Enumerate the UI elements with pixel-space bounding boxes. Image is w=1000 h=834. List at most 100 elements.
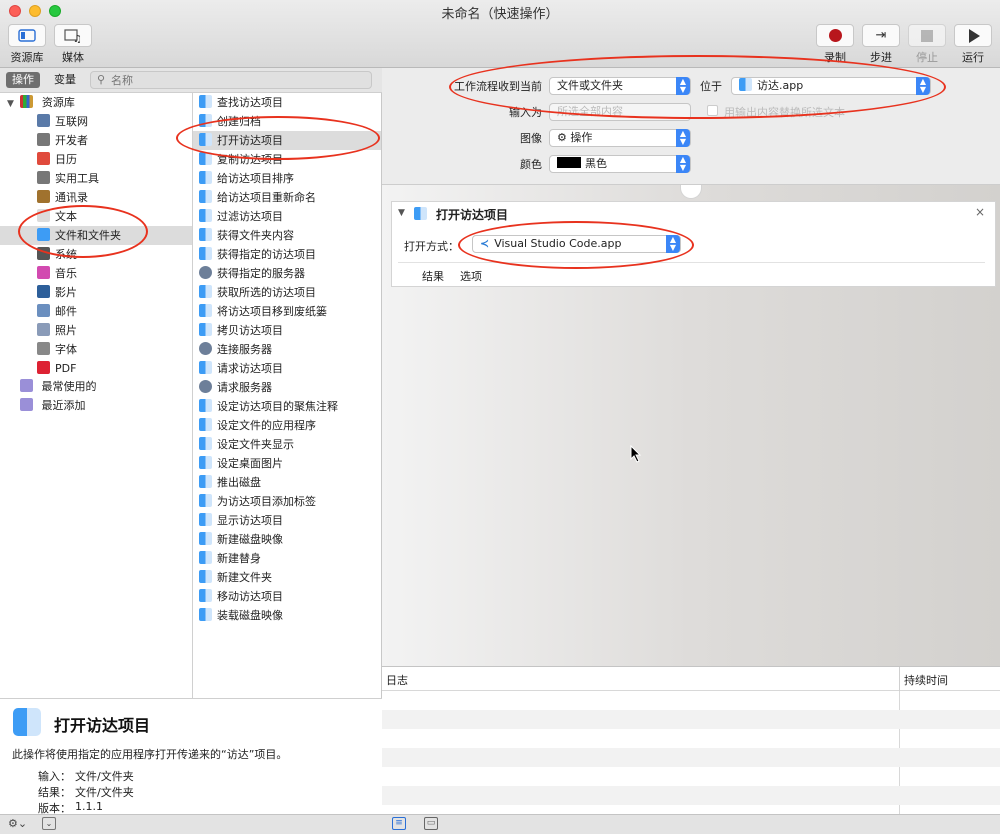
mail-icon (37, 304, 50, 317)
receives-popup[interactable]: 文件或文件夹 ▲ ▼ (549, 77, 691, 95)
action-card[interactable]: ▼ 打开访达项目 × 打开方式： ≺ Visual Studio Code.app… (391, 201, 996, 287)
sidebar-item-category[interactable]: 系统 (0, 245, 192, 264)
log-column-header[interactable]: 日志 (386, 672, 408, 688)
sidebar-item-category[interactable]: 互联网 (0, 112, 192, 131)
color-popup[interactable]: 黑色 ▲ ▼ (549, 155, 691, 173)
action-label: 查找访达项目 (217, 96, 283, 109)
action-list-item[interactable]: 打开访达项目 (193, 131, 381, 150)
action-list-item[interactable]: 设定文件夹显示 (193, 435, 381, 454)
open-with-popup[interactable]: ≺ Visual Studio Code.app ▲ ▼ (472, 235, 681, 253)
record-button[interactable] (816, 24, 854, 47)
action-list-item[interactable]: 过滤访达项目 (193, 207, 381, 226)
record-icon (828, 29, 842, 42)
action-list-item[interactable]: 装载磁盘映像 (193, 606, 381, 625)
media-button[interactable]: ♫ (54, 24, 92, 47)
popup-arrows-icon: ▲ ▼ (666, 235, 680, 253)
tab-variables[interactable]: 变量 (48, 72, 82, 88)
action-list-item[interactable]: 连接服务器 (193, 340, 381, 359)
system-icon (37, 247, 50, 260)
action-label: 设定访达项目的聚焦注释 (217, 400, 338, 413)
split-view-icon[interactable]: ▭ (424, 817, 438, 830)
action-list-item[interactable]: 设定访达项目的聚焦注释 (193, 397, 381, 416)
search-field[interactable]: ⚲ (90, 71, 372, 89)
chevron-down-icon[interactable]: ⌄ (42, 817, 56, 830)
action-list-item[interactable]: 获得指定的访达项目 (193, 245, 381, 264)
sidebar-item-label: 字体 (55, 343, 77, 356)
image-label: 图像 (520, 132, 542, 145)
sidebar-item-category[interactable]: 文本 (0, 207, 192, 226)
sidebar-item-category[interactable]: 开发者 (0, 131, 192, 150)
action-label: 给访达项目重新命名 (217, 191, 316, 204)
library-toggle-button[interactable] (8, 24, 46, 47)
sidebar-item-category[interactable]: 日历 (0, 150, 192, 169)
sidebar-item-category[interactable]: 照片 (0, 321, 192, 340)
action-label: 连接服务器 (217, 343, 272, 356)
finder-icon (199, 304, 212, 317)
action-list-item[interactable]: 拷贝访达项目 (193, 321, 381, 340)
sidebar-item-category[interactable]: 音乐 (0, 264, 192, 283)
search-input[interactable] (111, 73, 361, 87)
action-list-item[interactable]: 复制访达项目 (193, 150, 381, 169)
sidebar-item-category[interactable]: 字体 (0, 340, 192, 359)
action-list-item[interactable]: 查找访达项目 (193, 93, 381, 112)
run-button[interactable] (954, 24, 992, 47)
in-app-popup[interactable]: 访达.app ▲ ▼ (731, 77, 931, 95)
input-label: 输入： (38, 770, 71, 783)
library-root[interactable]: ▼ 资源库 (7, 93, 75, 112)
log-row (382, 710, 1000, 729)
action-list-item[interactable]: 新建磁盘映像 (193, 530, 381, 549)
tab-options[interactable]: 选项 (460, 268, 482, 284)
log-table: 日志 持续时间 (382, 666, 1000, 815)
action-list-item[interactable]: 给访达项目排序 (193, 169, 381, 188)
action-list-item[interactable]: 推出磁盘 (193, 473, 381, 492)
input-is-popup[interactable]: 所选全部内容 (549, 103, 691, 121)
tab-actions[interactable]: 操作 (6, 72, 40, 88)
workflow-settings: 工作流程收到当前 文件或文件夹 ▲ ▼ 位于 访达.app ▲ ▼ 输入为 所选全部内容… (382, 68, 1000, 185)
action-list-item[interactable]: 获得指定的服务器 (193, 264, 381, 283)
duration-column-header[interactable]: 持续时间 (904, 672, 948, 688)
action-list-item[interactable]: 移动访达项目 (193, 587, 381, 606)
finder-icon (199, 437, 212, 450)
action-list-item[interactable]: 新建文件夹 (193, 568, 381, 587)
gear-menu-icon[interactable]: ⚙⌄ (8, 817, 27, 830)
library-header: 操作 变量 ⚲ (0, 68, 382, 93)
sidebar-item-category[interactable]: PDF (0, 359, 192, 378)
action-list-item[interactable]: 给访达项目重新命名 (193, 188, 381, 207)
action-list-item[interactable]: 为访达项目添加标签 (193, 492, 381, 511)
version-value: 1.1.1 (75, 800, 103, 813)
sidebar-item-category[interactable]: 通讯录 (0, 188, 192, 207)
finder-icon (13, 708, 41, 736)
action-list-item[interactable]: 创建归档 (193, 112, 381, 131)
finder-icon (199, 114, 212, 127)
list-view-icon[interactable]: ≡ (392, 817, 406, 830)
sidebar-item-category[interactable]: 影片 (0, 283, 192, 302)
action-list-item[interactable]: 获取所选的访达项目 (193, 283, 381, 302)
disclosure-triangle-icon[interactable]: ▼ (398, 208, 405, 218)
action-list-item[interactable]: 新建替身 (193, 549, 381, 568)
action-list-item[interactable]: 请求访达项目 (193, 359, 381, 378)
step-button[interactable]: ⇥ (862, 24, 900, 47)
close-icon[interactable]: × (975, 205, 985, 219)
play-icon (969, 28, 980, 43)
action-list-item[interactable]: 设定桌面图片 (193, 454, 381, 473)
sidebar-item-category[interactable]: 文件和文件夹 (0, 226, 192, 245)
finder-icon (199, 494, 212, 507)
finder-icon (199, 513, 212, 526)
action-list-item[interactable]: 设定文件的应用程序 (193, 416, 381, 435)
replace-checkbox[interactable] (707, 105, 718, 116)
smart-group-most-used[interactable]: 最常使用的 (20, 377, 97, 396)
stop-button[interactable] (908, 24, 946, 47)
action-list-item[interactable]: 显示访达项目 (193, 511, 381, 530)
action-list-item[interactable]: 获得文件夹内容 (193, 226, 381, 245)
sidebar-item-category[interactable]: 实用工具 (0, 169, 192, 188)
library-books-icon (20, 95, 34, 108)
tab-results[interactable]: 结果 (422, 268, 444, 284)
image-popup[interactable]: ⚙ 操作 ▲ ▼ (549, 129, 691, 147)
smart-folder-icon (20, 398, 33, 411)
action-list-item[interactable]: 将访达项目移到废纸篓 (193, 302, 381, 321)
smart-group-recently-added[interactable]: 最近添加 (20, 396, 86, 415)
action-list-item[interactable]: 请求服务器 (193, 378, 381, 397)
finder-icon (199, 589, 212, 602)
sidebar-item-category[interactable]: 邮件 (0, 302, 192, 321)
disclosure-triangle-icon: ▼ (7, 99, 14, 109)
